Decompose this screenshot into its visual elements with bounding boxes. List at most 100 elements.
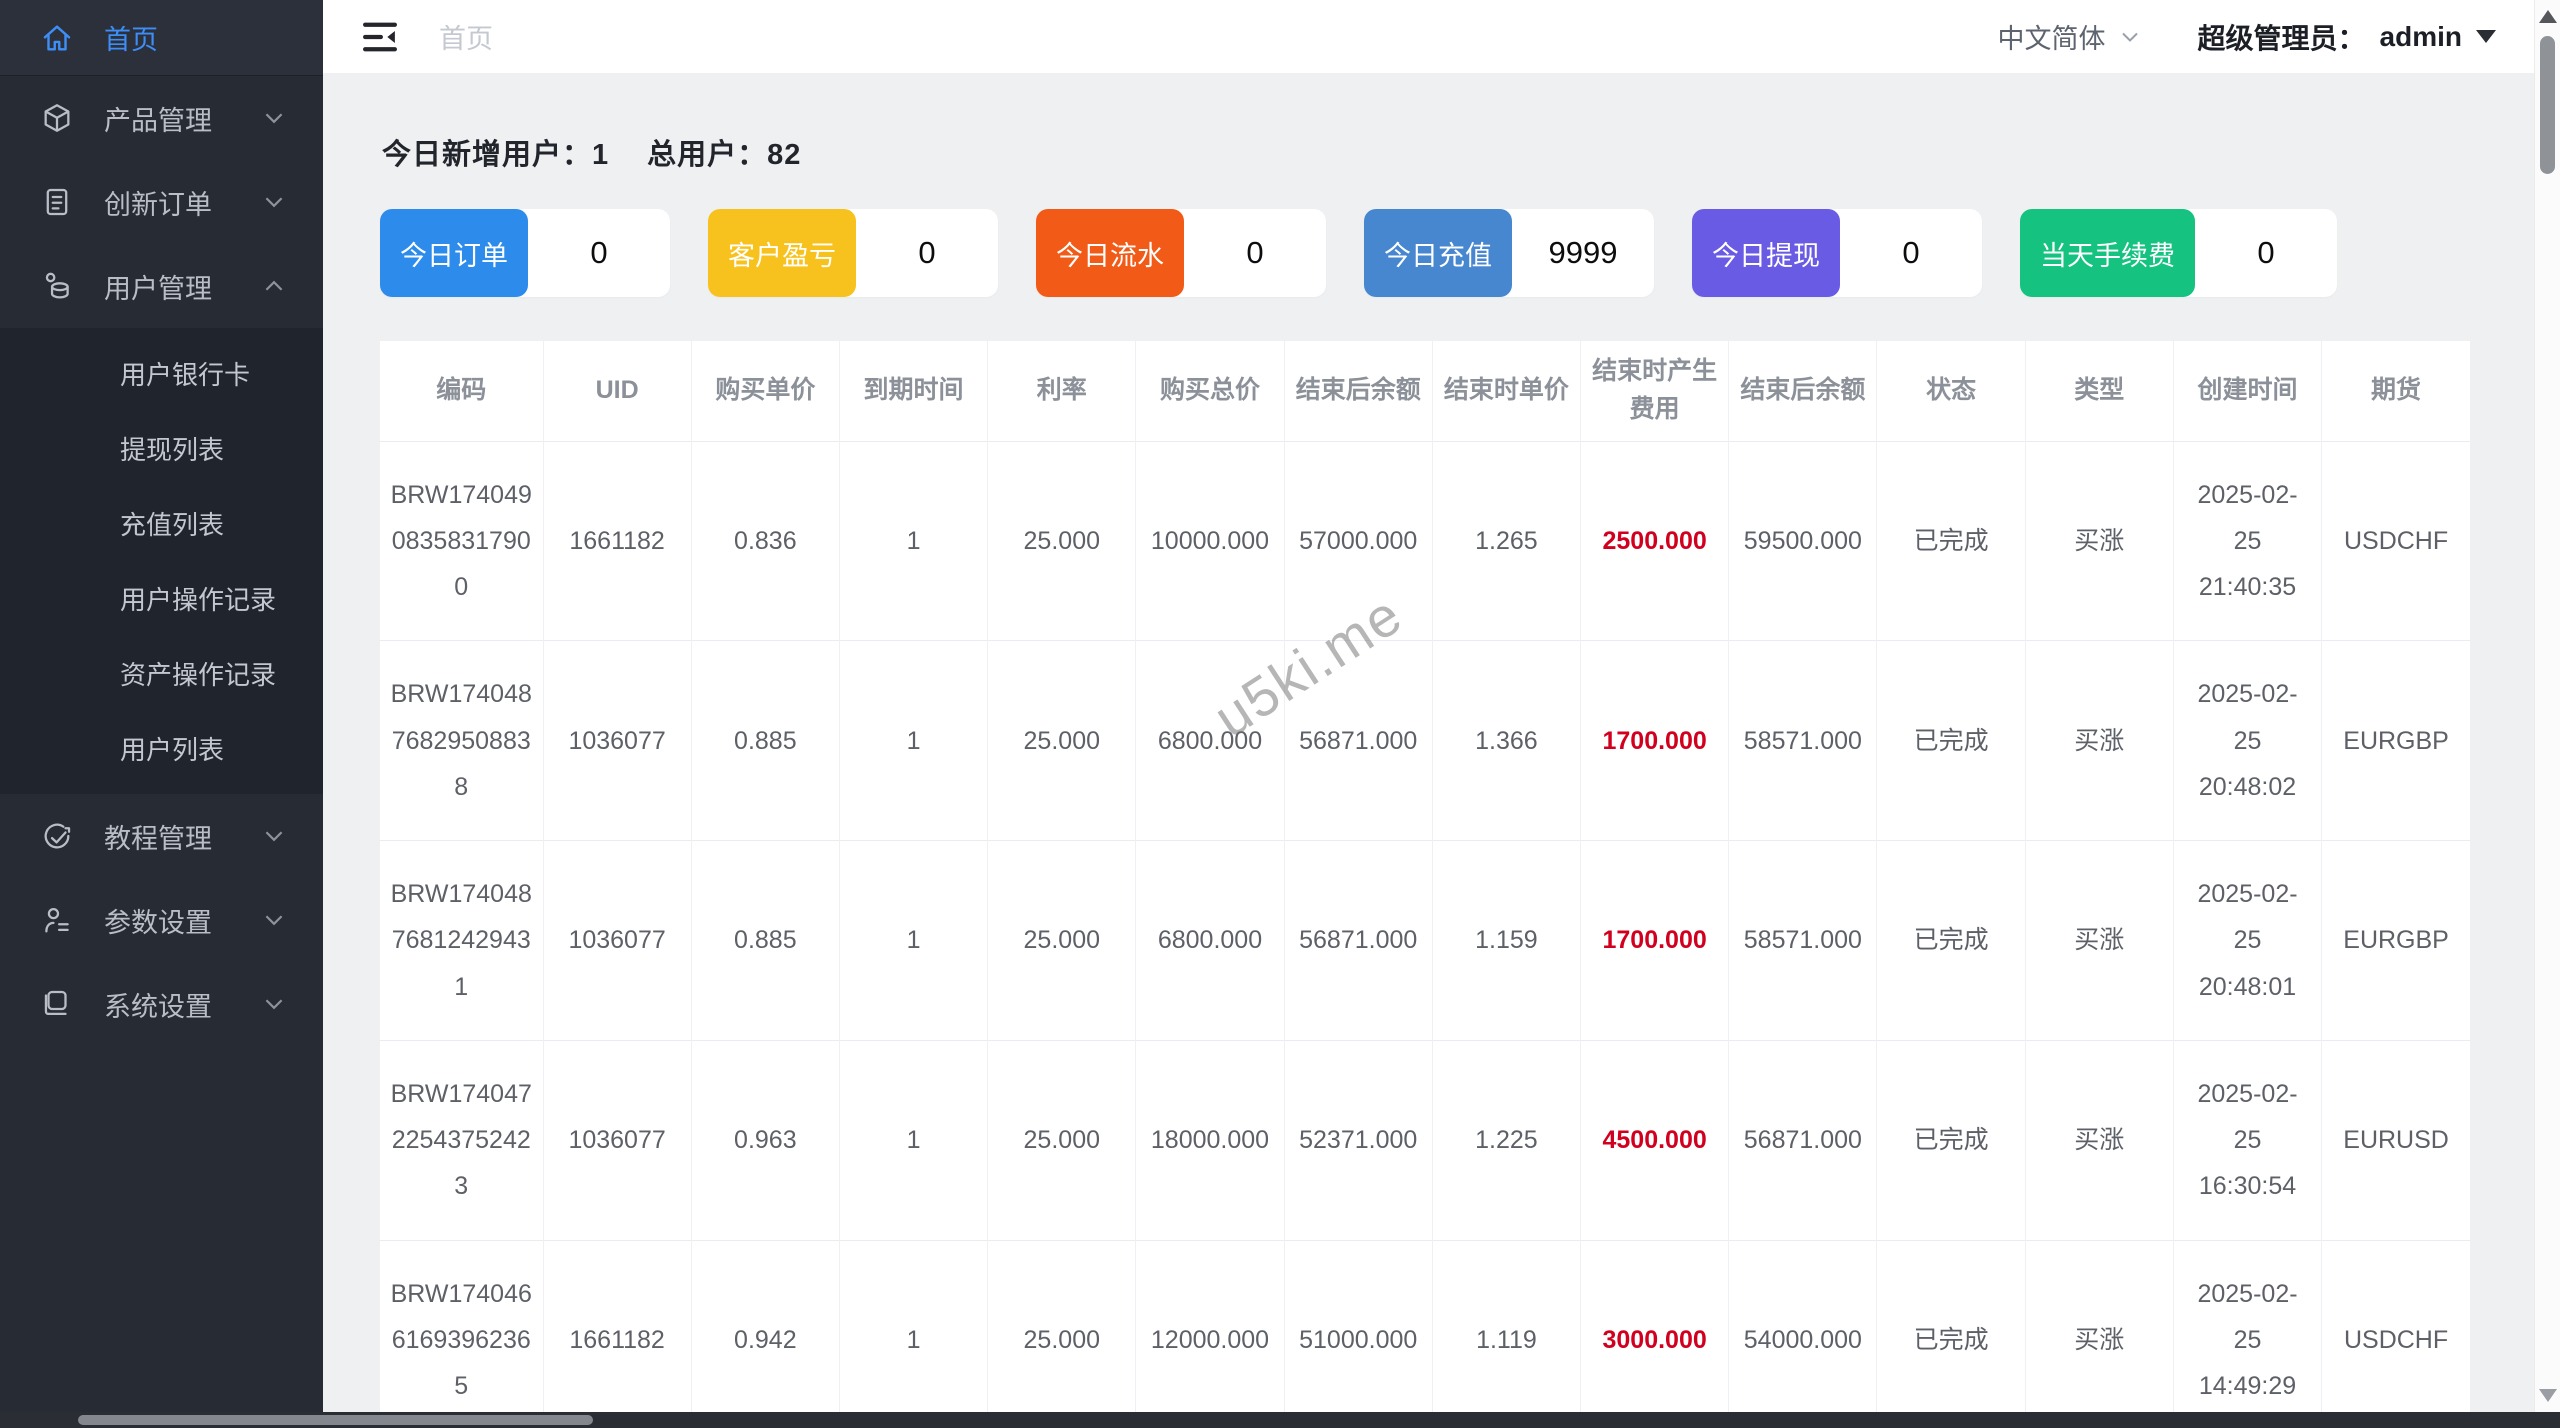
total-users-label: 总用户： bbox=[647, 139, 767, 171]
language-selector[interactable]: 中文简体 bbox=[1998, 17, 2142, 56]
cell: 1 bbox=[839, 1240, 987, 1428]
cell: 2500.000 bbox=[1581, 441, 1729, 641]
cell: 0.885 bbox=[691, 841, 839, 1041]
horizontal-scrollbar[interactable] bbox=[0, 1412, 2560, 1428]
sidebar-subitem[interactable]: 提现列表 bbox=[0, 411, 323, 486]
user-stats-line: 今日新增用户：1总用户：82 bbox=[382, 131, 2560, 173]
sidebar-item-users-coins[interactable]: 用户管理 bbox=[0, 244, 323, 328]
cell: 18000.000 bbox=[1136, 1040, 1284, 1240]
vertical-scroll-thumb[interactable] bbox=[2540, 36, 2555, 174]
column-header: 创建时间 bbox=[2173, 341, 2321, 441]
cell: 1700.000 bbox=[1581, 641, 1729, 841]
cell: USDCHF bbox=[2322, 1240, 2470, 1428]
cell: 1.225 bbox=[1432, 1040, 1580, 1240]
cell: 1.119 bbox=[1432, 1240, 1580, 1428]
cell: 52371.000 bbox=[1284, 1040, 1432, 1240]
horizontal-scroll-thumb[interactable] bbox=[78, 1415, 593, 1425]
column-header: 到期时间 bbox=[839, 341, 987, 441]
cell: 0.963 bbox=[691, 1040, 839, 1240]
cell: EURGBP bbox=[2322, 841, 2470, 1041]
tutorial-trend-icon bbox=[40, 819, 74, 853]
cell: 58571.000 bbox=[1729, 841, 1877, 1041]
sidebar-item-home[interactable]: 首页 bbox=[0, 0, 323, 76]
cell: 1661182 bbox=[543, 1240, 691, 1428]
sidebar-subitem[interactable]: 用户列表 bbox=[0, 711, 323, 786]
cell: 1 bbox=[839, 1040, 987, 1240]
table-row: BRW1740466169396236516611820.942125.0001… bbox=[380, 1240, 2470, 1428]
scroll-down-arrow-icon[interactable] bbox=[2539, 1389, 2557, 1402]
cell: 59500.000 bbox=[1729, 441, 1877, 641]
cell: USDCHF bbox=[2322, 441, 2470, 641]
product-box-icon bbox=[40, 101, 74, 135]
chevron-down-icon bbox=[261, 991, 287, 1017]
stat-card: 今日充值9999 bbox=[1364, 209, 1654, 297]
cell: EURUSD bbox=[2322, 1040, 2470, 1240]
menu-collapse-icon[interactable] bbox=[359, 16, 401, 58]
cell: 51000.000 bbox=[1284, 1240, 1432, 1428]
stat-card-value: 0 bbox=[1840, 209, 1982, 297]
chevron-down-icon bbox=[261, 823, 287, 849]
cell: 1 bbox=[839, 841, 987, 1041]
sidebar-item-label: 创新订单 bbox=[104, 183, 212, 222]
cell: 已完成 bbox=[1877, 1040, 2025, 1240]
sidebar-subitem[interactable]: 用户操作记录 bbox=[0, 561, 323, 636]
sidebar-subitem[interactable]: 用户银行卡 bbox=[0, 336, 323, 411]
chevron-down-icon bbox=[261, 907, 287, 933]
cell: 1.366 bbox=[1432, 641, 1580, 841]
stat-card-value: 0 bbox=[856, 209, 998, 297]
language-label: 中文简体 bbox=[1998, 17, 2106, 56]
stat-card-value: 9999 bbox=[1512, 209, 1654, 297]
cell: 25.000 bbox=[988, 841, 1136, 1041]
cell-code: BRW17404876829508838 bbox=[380, 641, 543, 841]
admin-caret-icon bbox=[2476, 30, 2496, 43]
sidebar-item-label: 教程管理 bbox=[104, 817, 212, 856]
column-header: 期货 bbox=[2322, 341, 2470, 441]
table-header-row: 编码UID购买单价到期时间利率购买总价结束后余额结束时单价结束时产生费用结束后余… bbox=[380, 341, 2470, 441]
sidebar-item-params-person[interactable]: 参数设置 bbox=[0, 878, 323, 962]
sidebar-subitem[interactable]: 充值列表 bbox=[0, 486, 323, 561]
sidebar-item-system-book[interactable]: 系统设置 bbox=[0, 962, 323, 1046]
column-header: 状态 bbox=[1877, 341, 2025, 441]
params-person-icon bbox=[40, 903, 74, 937]
stat-card-label: 客户盈亏 bbox=[708, 209, 856, 297]
orders-table-wrap: 编码UID购买单价到期时间利率购买总价结束后余额结束时单价结束时产生费用结束后余… bbox=[380, 341, 2470, 1428]
sidebar-subitem[interactable]: 资产操作记录 bbox=[0, 636, 323, 711]
cell: 买涨 bbox=[2025, 441, 2173, 641]
topbar: 首页 中文简体 超级管理员：admin bbox=[323, 0, 2560, 73]
stat-card-label: 今日订单 bbox=[380, 209, 528, 297]
system-book-icon bbox=[40, 987, 74, 1021]
cell: 25.000 bbox=[988, 1040, 1136, 1240]
cell-code: BRW17404908358317900 bbox=[380, 441, 543, 641]
stat-card: 今日订单0 bbox=[380, 209, 670, 297]
cell: 买涨 bbox=[2025, 641, 2173, 841]
admin-name: admin bbox=[2380, 21, 2462, 53]
sidebar-item-label: 首页 bbox=[104, 18, 158, 57]
scroll-up-arrow-icon[interactable] bbox=[2539, 10, 2557, 23]
table-row: BRW1740487681242943110360770.885125.0006… bbox=[380, 841, 2470, 1041]
cell: 25.000 bbox=[988, 641, 1136, 841]
content-area: 今日新增用户：1总用户：82 今日订单0客户盈亏0今日流水0今日充值9999今日… bbox=[323, 73, 2560, 1428]
column-header: 类型 bbox=[2025, 341, 2173, 441]
stat-card-value: 0 bbox=[528, 209, 670, 297]
sidebar-item-order-document[interactable]: 创新订单 bbox=[0, 160, 323, 244]
cell: 56871.000 bbox=[1284, 841, 1432, 1041]
sidebar-item-product-box[interactable]: 产品管理 bbox=[0, 76, 323, 160]
cell: 0.836 bbox=[691, 441, 839, 641]
total-users-value: 82 bbox=[767, 139, 801, 171]
sidebar-item-tutorial-trend[interactable]: 教程管理 bbox=[0, 794, 323, 878]
cell: 0.885 bbox=[691, 641, 839, 841]
vertical-scrollbar[interactable] bbox=[2534, 0, 2560, 1412]
column-header: 购买单价 bbox=[691, 341, 839, 441]
stat-card-value: 0 bbox=[2195, 209, 2337, 297]
home-icon bbox=[40, 21, 74, 55]
stat-card: 今日流水0 bbox=[1036, 209, 1326, 297]
cell-code: BRW17404876812429431 bbox=[380, 841, 543, 1041]
new-users-value: 1 bbox=[592, 139, 609, 171]
chevron-up-icon bbox=[261, 273, 287, 299]
admin-app: 首页产品管理创新订单用户管理用户银行卡提现列表充值列表用户操作记录资产操作记录用… bbox=[0, 0, 2560, 1428]
admin-dropdown[interactable]: 超级管理员：admin bbox=[2198, 17, 2496, 57]
cell-code: BRW17404661693962365 bbox=[380, 1240, 543, 1428]
column-header: 结束后余额 bbox=[1729, 341, 1877, 441]
sidebar-item-label: 用户管理 bbox=[104, 267, 212, 306]
table-row: BRW1740490835831790016611820.836125.0001… bbox=[380, 441, 2470, 641]
